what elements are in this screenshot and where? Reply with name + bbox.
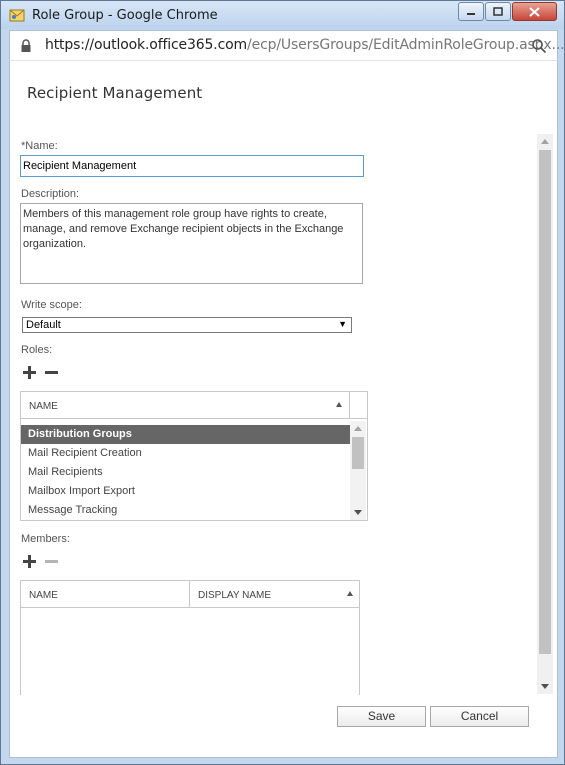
roles-grid-corner: [349, 392, 367, 419]
maximize-button[interactable]: [485, 2, 511, 21]
members-label: Members:: [21, 533, 70, 545]
roles-list: Distribution Groups Mail Recipient Creat…: [21, 425, 350, 520]
browser-window: Role Group - Google Chrome https://outlo…: [0, 0, 565, 765]
roles-scrollbar-thumb[interactable]: [352, 437, 364, 469]
remove-role-minus-icon[interactable]: [44, 365, 60, 381]
dialog-page: Recipient Management *Name: Description:…: [9, 60, 558, 758]
minimize-icon: [467, 12, 475, 15]
role-row[interactable]: Message Tracking: [21, 501, 350, 520]
window-titlebar[interactable]: Role Group - Google Chrome: [1, 1, 564, 29]
close-icon: [529, 6, 540, 17]
save-button[interactable]: Save: [337, 706, 426, 727]
roles-scrollbar[interactable]: [350, 421, 366, 520]
cancel-button[interactable]: Cancel: [430, 706, 529, 727]
role-row[interactable]: Mail Recipients: [21, 463, 350, 482]
write-scope-select[interactable]: Default ▼: [22, 317, 352, 333]
magnifier-icon[interactable]: [531, 38, 547, 54]
chevron-down-icon: ▼: [338, 319, 347, 329]
lock-icon: [21, 39, 31, 52]
page-scrollbar-thumb[interactable]: [539, 150, 551, 654]
sort-ascending-icon: [336, 402, 342, 407]
members-grid: NAME DISPLAY NAME: [20, 580, 360, 695]
roles-column-name[interactable]: NAME: [29, 401, 58, 412]
close-button[interactable]: [512, 2, 557, 21]
write-scope-value: Default: [26, 319, 61, 331]
roles-grid: NAME Distribution Groups Mail Recipient …: [20, 391, 368, 521]
role-group-app-icon: [9, 9, 25, 22]
members-column-name[interactable]: NAME: [29, 590, 58, 601]
description-label: Description:: [21, 188, 80, 200]
sort-ascending-icon: [347, 591, 353, 596]
description-textarea[interactable]: Members of this management role group ha…: [20, 203, 363, 284]
scroll-down-icon[interactable]: [541, 684, 549, 689]
address-bar[interactable]: https://outlook.office365.com/ecp/UsersG…: [9, 30, 565, 60]
url-text[interactable]: https://outlook.office365.com/ecp/UsersG…: [45, 37, 565, 53]
add-role-plus-icon[interactable]: [22, 365, 38, 381]
remove-member-minus-icon: [44, 554, 60, 570]
page-scrollbar[interactable]: [537, 134, 553, 694]
window-title: Role Group - Google Chrome: [32, 8, 218, 23]
roles-grid-header[interactable]: NAME: [21, 392, 349, 419]
members-grid-header[interactable]: NAME DISPLAY NAME: [21, 581, 359, 608]
minimize-button[interactable]: [458, 2, 484, 21]
scroll-up-icon[interactable]: [354, 426, 362, 431]
page-title: Recipient Management: [27, 84, 203, 102]
role-row[interactable]: Mailbox Import Export: [21, 482, 350, 501]
role-row[interactable]: Distribution Groups: [21, 425, 350, 444]
maximize-icon: [493, 7, 503, 16]
write-scope-label: Write scope:: [21, 299, 82, 311]
url-host: https://outlook.office365.com: [45, 37, 248, 53]
roles-label: Roles:: [21, 344, 53, 356]
url-path: /ecp/UsersGroups/EditAdminRoleGroup.aspx…: [247, 37, 565, 53]
column-divider: [189, 581, 190, 608]
scroll-up-icon[interactable]: [541, 139, 549, 144]
scroll-down-icon[interactable]: [354, 510, 362, 515]
name-label: *Name:: [21, 140, 58, 152]
name-input[interactable]: [20, 155, 364, 177]
add-member-plus-icon[interactable]: [22, 554, 38, 570]
role-row[interactable]: Mail Recipient Creation: [21, 444, 350, 463]
members-column-display-name[interactable]: DISPLAY NAME: [198, 590, 271, 601]
